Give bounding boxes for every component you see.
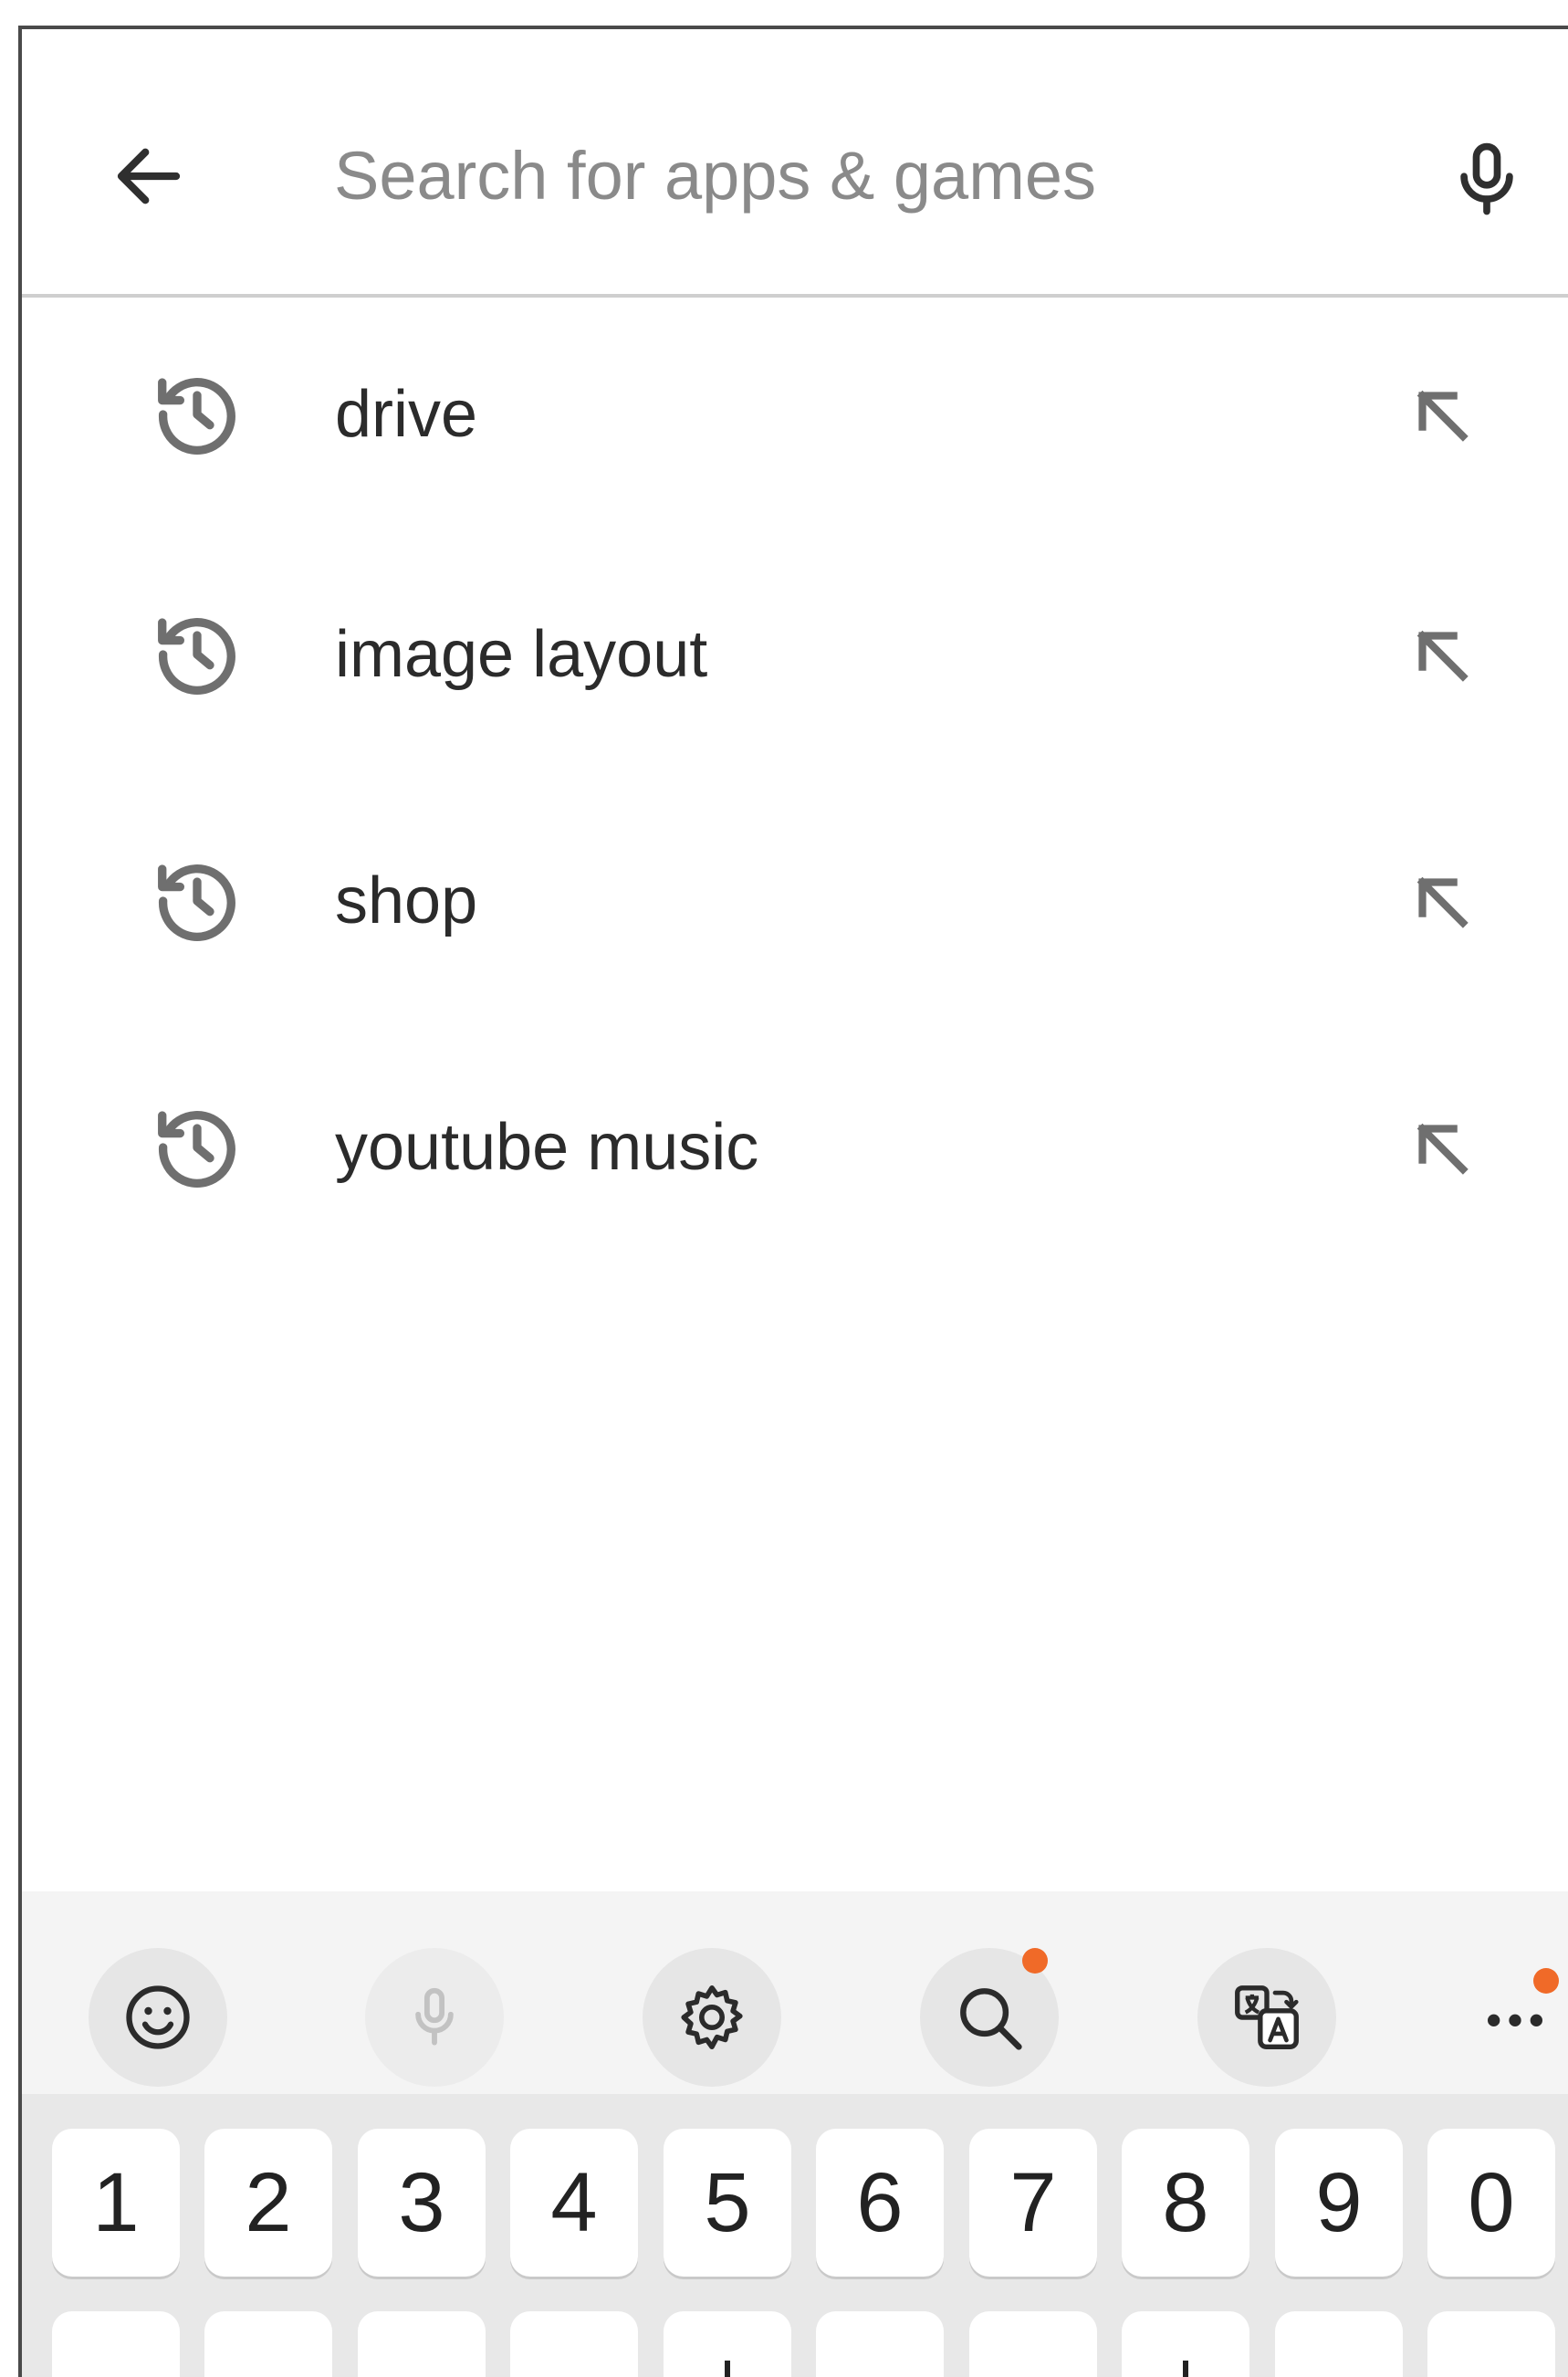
- keyboard-key[interactable]: [52, 2311, 180, 2377]
- arrow-up-left-icon: [1416, 1123, 1469, 1175]
- suggestion-list: drive image layout shop youtube music: [22, 298, 1568, 1271]
- key-6[interactable]: 6: [816, 2129, 944, 2277]
- suggestion-label: image layout: [335, 618, 708, 691]
- keyboard-translate-button[interactable]: [1197, 1948, 1336, 2087]
- fill-query-button[interactable]: [1382, 1088, 1500, 1207]
- history-icon: [142, 600, 252, 709]
- keyboard-key[interactable]: [969, 2311, 1097, 2377]
- key-2[interactable]: 2: [204, 2129, 332, 2277]
- suggestion-label: shop: [335, 864, 478, 937]
- keyboard-key[interactable]: [204, 2311, 332, 2377]
- key-5[interactable]: 5: [664, 2129, 791, 2277]
- search-input[interactable]: [334, 130, 1338, 221]
- back-button[interactable]: [99, 126, 199, 226]
- search-icon: [960, 1988, 1022, 2050]
- arrow-up-left-icon: [1416, 876, 1469, 928]
- key-0[interactable]: 0: [1427, 2129, 1555, 2277]
- suggestion-item[interactable]: shop: [22, 778, 1568, 1024]
- key-7[interactable]: 7: [969, 2129, 1097, 2277]
- key-8[interactable]: 8: [1122, 2129, 1249, 2277]
- key-3[interactable]: 3: [358, 2129, 486, 2277]
- arrow-up-left-icon: [1416, 630, 1469, 682]
- key-glyph-fragment: [1183, 2361, 1188, 2377]
- suggestion-label: drive: [335, 378, 478, 451]
- photo-frame: drive image layout: [0, 0, 1568, 2377]
- gear-icon: [681, 1985, 743, 2049]
- keyboard-toolbar: [22, 1891, 1568, 2094]
- keyboard-more-button[interactable]: [1446, 1948, 1568, 2087]
- keyboard-key[interactable]: [1122, 2311, 1249, 2377]
- keyboard-key[interactable]: [510, 2311, 638, 2377]
- phone-screen: drive image layout: [22, 29, 1568, 2377]
- keyboard-key[interactable]: [1427, 2311, 1555, 2377]
- keyboard-settings-button[interactable]: [643, 1948, 781, 2087]
- emoji-icon: [126, 1985, 190, 2049]
- microphone-icon: [1460, 142, 1513, 215]
- key-9[interactable]: 9: [1275, 2129, 1403, 2277]
- notification-dot: [1022, 1948, 1048, 1974]
- search-bar: [22, 29, 1568, 296]
- arrow-back-icon: [117, 148, 181, 204]
- arrow-up-left-icon: [1416, 390, 1469, 442]
- history-icon: [142, 846, 252, 956]
- suggestion-label: youtube music: [335, 1111, 759, 1184]
- keyboard-search-button[interactable]: [920, 1948, 1059, 2087]
- emoji-button[interactable]: [89, 1948, 227, 2087]
- microphone-icon: [415, 1987, 454, 2046]
- keyboard-key[interactable]: [816, 2311, 944, 2377]
- notification-dot: [1533, 1968, 1559, 1994]
- keyboard-voice-button[interactable]: [365, 1948, 504, 2087]
- suggestion-item[interactable]: drive: [22, 298, 1568, 531]
- history-icon: [142, 1093, 252, 1202]
- more-icon: [1488, 2014, 1542, 2026]
- keyboard-key[interactable]: [664, 2311, 791, 2377]
- suggestion-item[interactable]: youtube music: [22, 1024, 1568, 1271]
- fill-query-button[interactable]: [1382, 842, 1500, 960]
- keyboard: 1 2 3 4 5 6 7 8 9 0: [22, 2094, 1568, 2377]
- voice-search-button[interactable]: [1427, 120, 1546, 239]
- key-1[interactable]: 1: [52, 2129, 180, 2277]
- suggestion-item[interactable]: image layout: [22, 531, 1568, 778]
- translate-icon: [1235, 1985, 1299, 2049]
- key-4[interactable]: 4: [510, 2129, 638, 2277]
- fill-query-button[interactable]: [1382, 595, 1500, 714]
- history-icon: [142, 360, 252, 469]
- key-glyph-fragment: [725, 2361, 730, 2377]
- fill-query-button[interactable]: [1382, 355, 1500, 474]
- keyboard-key[interactable]: [1275, 2311, 1403, 2377]
- keyboard-key[interactable]: [358, 2311, 486, 2377]
